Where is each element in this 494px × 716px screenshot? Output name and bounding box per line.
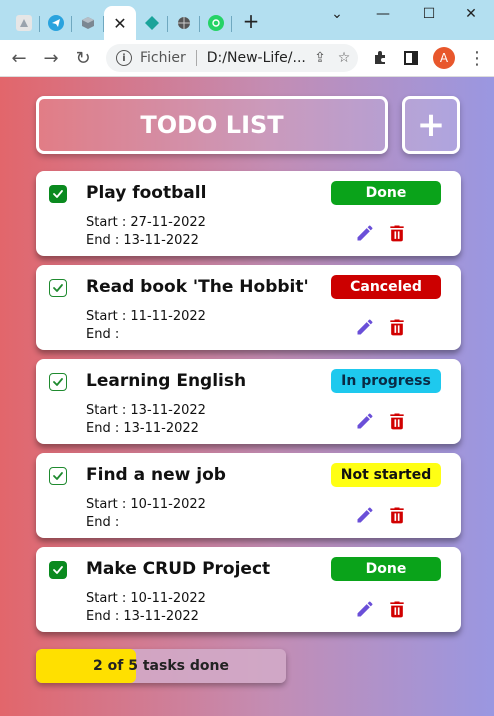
tab-diamond[interactable] — [136, 6, 168, 40]
minimize-icon[interactable]: — — [360, 0, 406, 28]
plus-icon: + — [416, 105, 446, 145]
profile-avatar[interactable]: A — [433, 47, 455, 69]
side-panel-icon[interactable] — [400, 47, 422, 69]
check-icon — [53, 190, 63, 198]
tab-app[interactable] — [8, 6, 40, 40]
bookmark-star-icon[interactable]: ☆ — [334, 50, 354, 66]
delete-icon[interactable] — [386, 222, 408, 244]
status-badge[interactable]: Canceled — [331, 275, 441, 299]
tab-cube[interactable] — [72, 6, 104, 40]
diamond-icon — [144, 15, 160, 31]
tab-globe[interactable] — [168, 6, 200, 40]
delete-icon[interactable] — [386, 316, 408, 338]
browser-tab-strip: ✕ + ⌄ — ☐ ✕ — [0, 0, 494, 40]
check-icon — [53, 566, 63, 574]
maximize-icon[interactable]: ☐ — [406, 0, 452, 28]
edit-icon[interactable] — [354, 316, 376, 338]
task-end-date: End : — [86, 515, 120, 530]
app-icon — [16, 15, 32, 31]
tab-active[interactable]: ✕ — [104, 6, 136, 40]
task-dates: Start : 11-11-2022 End : — [86, 308, 206, 344]
todo-page: TODO LIST + Play football Start : 27-11-2… — [0, 77, 494, 716]
task-start-date: Start : 27-11-2022 — [86, 215, 206, 230]
reload-icon[interactable]: ↻ — [72, 47, 94, 69]
cube-icon — [80, 15, 96, 31]
add-task-button[interactable]: + — [402, 96, 460, 154]
tab-whatsapp[interactable] — [200, 6, 232, 40]
task-card: Find a new job Start : 10-11-2022 End : Not… — [36, 453, 461, 538]
task-dates: Start : 10-11-2022 End : 13-11-2022 — [86, 590, 206, 626]
task-card: Make CRUD Project Start : 10-11-2022 End :… — [36, 547, 461, 632]
task-end-date: End : 13-11-2022 — [86, 609, 199, 624]
telegram-icon — [48, 15, 64, 31]
check-icon — [53, 472, 63, 480]
task-end-date: End : 13-11-2022 — [86, 233, 199, 248]
status-badge[interactable]: Done — [331, 181, 441, 205]
task-checkbox[interactable] — [49, 561, 67, 579]
progress-label: 2 of 5 tasks done — [93, 658, 229, 674]
delete-icon[interactable] — [386, 504, 408, 526]
check-icon — [53, 378, 63, 386]
status-badge[interactable]: Done — [331, 557, 441, 581]
new-tab-button[interactable]: + — [240, 8, 262, 34]
whatsapp-icon — [208, 15, 224, 31]
edit-icon[interactable] — [354, 410, 376, 432]
close-tab-icon[interactable]: ✕ — [113, 14, 126, 33]
edit-icon[interactable] — [354, 504, 376, 526]
back-icon[interactable]: ← — [8, 47, 30, 69]
extensions-icon[interactable] — [369, 47, 391, 69]
task-end-date: End : — [86, 327, 120, 342]
browser-toolbar: ← → ↻ i Fichier D:/New-Life/... ⇪ ☆ A ⋮ — [0, 40, 494, 77]
close-window-icon[interactable]: ✕ — [448, 0, 494, 28]
delete-icon[interactable] — [386, 410, 408, 432]
task-card: Learning English Start : 13-11-2022 End : … — [36, 359, 461, 444]
task-checkbox[interactable] — [49, 279, 67, 297]
task-title: Make CRUD Project — [86, 559, 271, 579]
check-icon — [53, 284, 63, 292]
edit-icon[interactable] — [354, 222, 376, 244]
task-card: Read book 'The Hobbit' Start : 11-11-2022… — [36, 265, 461, 350]
progress-bar: 2 of 5 tasks done — [36, 649, 286, 683]
menu-kebab-icon[interactable]: ⋮ — [466, 47, 488, 69]
address-url[interactable]: D:/New-Life/... — [207, 50, 310, 66]
status-badge[interactable]: Not started — [331, 463, 441, 487]
share-icon[interactable]: ⇪ — [310, 50, 330, 66]
address-scheme: Fichier — [140, 50, 186, 66]
globe-icon — [176, 15, 192, 31]
task-start-date: Start : 10-11-2022 — [86, 591, 206, 606]
address-bar[interactable]: i Fichier D:/New-Life/... ⇪ ☆ — [106, 44, 358, 72]
edit-icon[interactable] — [354, 598, 376, 620]
forward-icon[interactable]: → — [40, 47, 62, 69]
task-dates: Start : 10-11-2022 End : — [86, 496, 206, 532]
task-start-date: Start : 10-11-2022 — [86, 497, 206, 512]
task-checkbox[interactable] — [49, 467, 67, 485]
task-title: Read book 'The Hobbit' — [86, 277, 309, 297]
task-checkbox[interactable] — [49, 185, 67, 203]
task-title: Play football — [86, 183, 207, 203]
app-title: TODO LIST — [36, 96, 388, 154]
tab-telegram[interactable] — [40, 6, 72, 40]
task-dates: Start : 13-11-2022 End : 13-11-2022 — [86, 402, 206, 438]
task-start-date: Start : 11-11-2022 — [86, 309, 206, 324]
task-title: Learning English — [86, 371, 247, 391]
site-info-icon[interactable]: i — [116, 50, 132, 66]
task-card: Play football Start : 27-11-2022 End : 13-… — [36, 171, 461, 256]
status-badge[interactable]: In progress — [331, 369, 441, 393]
delete-icon[interactable] — [386, 598, 408, 620]
task-title: Find a new job — [86, 465, 226, 485]
task-checkbox[interactable] — [49, 373, 67, 391]
address-divider — [195, 50, 197, 66]
task-dates: Start : 27-11-2022 End : 13-11-2022 — [86, 214, 206, 250]
tab-search-icon[interactable]: ⌄ — [314, 0, 360, 28]
task-end-date: End : 13-11-2022 — [86, 421, 199, 436]
task-start-date: Start : 13-11-2022 — [86, 403, 206, 418]
